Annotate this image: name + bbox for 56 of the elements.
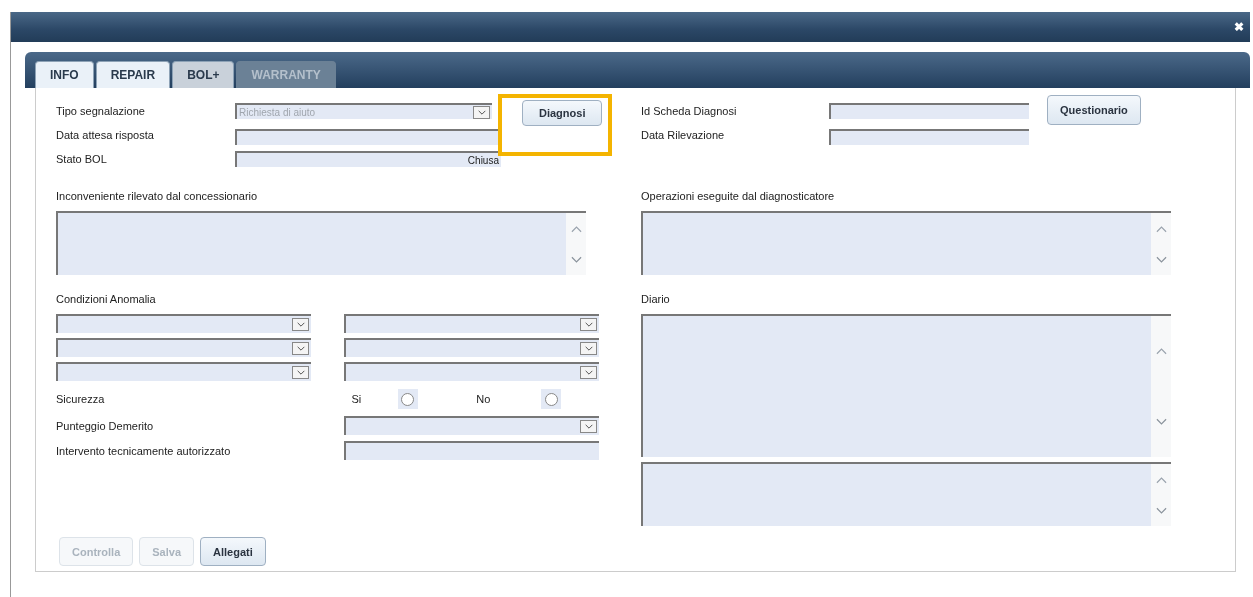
scroll-down-icon[interactable]: [1155, 417, 1167, 426]
form-button: Controlla: [59, 537, 134, 566]
radio-button[interactable]: [544, 392, 558, 406]
input-field[interactable]: [829, 129, 1029, 145]
dropdown-field[interactable]: [344, 338, 599, 357]
text-area[interactable]: [641, 462, 1171, 526]
field-label: Data attesa risposta: [56, 129, 155, 141]
tab[interactable]: BOL+: [172, 61, 235, 88]
section-label: Condizioni Anomalia: [56, 293, 157, 305]
input-field[interactable]: [344, 441, 599, 460]
scroll-down-icon[interactable]: [570, 255, 582, 264]
tab: WARRANTY: [236, 61, 336, 88]
close-button[interactable]: ✖: [1234, 20, 1244, 34]
section-label: Diario: [641, 293, 671, 305]
dropdown-field[interactable]: [56, 362, 311, 381]
tab[interactable]: INFO: [35, 61, 94, 88]
radio-button[interactable]: [401, 392, 415, 406]
caret-icon[interactable]: [580, 318, 597, 331]
scroll-up-icon[interactable]: [1155, 475, 1167, 484]
caret-icon[interactable]: [580, 420, 597, 433]
form-button[interactable]: Allegati: [200, 537, 266, 566]
scroll-down-icon[interactable]: [1155, 506, 1167, 515]
field-label: Intervento tecnicamente autorizzato: [56, 444, 232, 457]
form-button: Salva: [139, 537, 195, 566]
field-label: Tipo segnalazione: [56, 105, 146, 117]
caret-icon[interactable]: [292, 318, 309, 331]
text-area[interactable]: [56, 211, 586, 275]
caret-icon[interactable]: [292, 366, 309, 379]
dropdown-field[interactable]: [56, 314, 311, 333]
input-field[interactable]: [829, 103, 1029, 119]
dropdown-field[interactable]: [344, 416, 599, 435]
option-label: Si: [351, 393, 363, 405]
scroll-up-icon[interactable]: [1155, 224, 1167, 233]
section-label: Operazioni eseguite dal diagnosticatore: [641, 190, 836, 202]
dropdown-field[interactable]: [344, 314, 599, 333]
section-label: Inconveniente rilevato dal concessionario: [56, 190, 259, 202]
diagnosi-button[interactable]: Diagnosi: [522, 100, 603, 126]
field-label: Data Rilevazione: [641, 129, 726, 141]
dropdown-field[interactable]: [56, 338, 311, 357]
caret-icon[interactable]: [292, 342, 309, 355]
scroll-down-icon[interactable]: [1155, 255, 1167, 264]
field-label: Sicurezza: [56, 393, 106, 405]
text-area[interactable]: [641, 211, 1171, 275]
dropdown-field[interactable]: [344, 362, 599, 381]
scroll-up-icon[interactable]: [1155, 347, 1167, 356]
input-field[interactable]: [235, 129, 501, 145]
option-label: No: [476, 393, 492, 405]
tab[interactable]: REPAIR: [95, 61, 171, 88]
caret-icon[interactable]: [580, 366, 597, 379]
input-field[interactable]: Chiusa: [235, 151, 501, 167]
questionario-button[interactable]: Questionario: [1047, 95, 1141, 125]
scroll-up-icon[interactable]: [570, 224, 582, 233]
field-label: Id Scheda Diagnosi: [641, 105, 738, 117]
field-label: Punteggio Demerito: [56, 419, 155, 432]
field-label: Stato BOL: [56, 153, 108, 165]
caret-icon[interactable]: [580, 342, 597, 355]
